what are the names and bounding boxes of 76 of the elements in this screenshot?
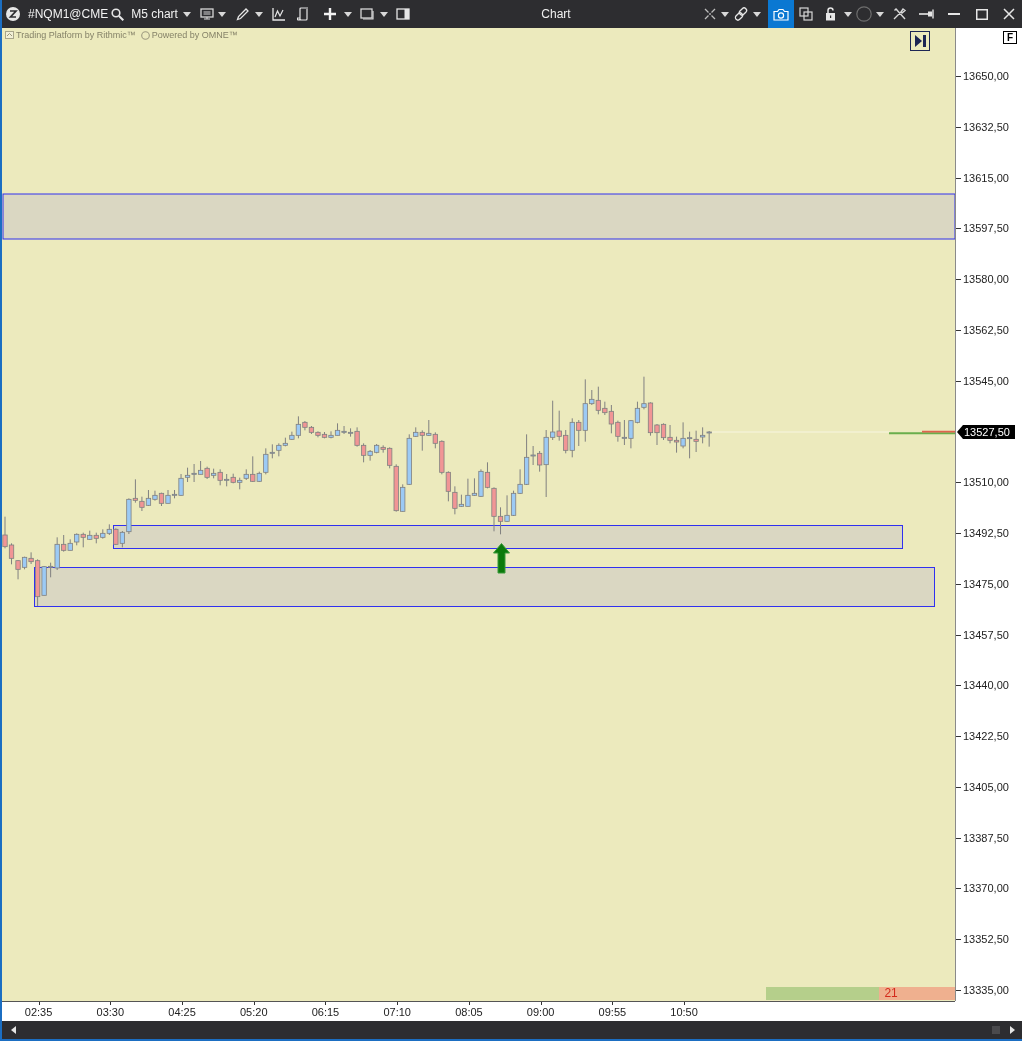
credit-text: Trading Platform by Rithmic™ [16,30,136,40]
caret-icon [254,11,263,17]
up-arrow-marker [493,543,510,574]
chart-template-button[interactable]: M5 chart [131,4,178,24]
app-logo-button[interactable] [6,4,20,24]
caret-icon [844,11,852,17]
time-label: 05:20 [239,1006,269,1018]
caret-icon [721,11,729,17]
time-label: 02:35 [23,1006,54,1018]
price-label: 13352,50 [963,932,1009,947]
tools-icon [891,7,907,21]
price-label: 13597,50 [963,221,1009,236]
price-label: 13335,00 [963,983,1009,997]
time-label: 09:00 [525,1006,556,1018]
time-label: 06:15 [310,1006,341,1018]
price-label: 13370,00 [963,881,1009,896]
crosshair-icon [704,8,716,20]
time-label: 03:30 [95,1006,126,1018]
close-icon [1003,8,1015,20]
screenshot-button[interactable] [768,0,794,28]
time-label: 08:05 [454,1006,484,1018]
pin-icon [918,9,934,19]
caret-icon [182,11,191,17]
price-label: 13405,00 [963,779,1009,794]
camera-icon [773,7,789,21]
skip-to-end-icon [914,35,926,47]
caret-icon [217,11,226,17]
ratio-value: 21 [884,987,898,1000]
plus-icon [322,7,337,21]
time-label: 07:10 [382,1006,412,1018]
link-icon [734,7,748,21]
caret-icon [753,11,761,17]
credit-text: Powered by OMNE™ [151,30,238,40]
price-label: 13387,50 [963,830,1009,845]
time-label: 09:55 [597,1006,628,1018]
circle-icon [856,6,872,22]
line-chart-icon [271,7,286,21]
ring-icon [140,30,150,40]
page-button[interactable] [296,4,309,24]
last-price-tag: 13527,50 [957,425,1015,439]
price-label: 13510,00 [963,475,1009,490]
lock-icon [824,7,836,21]
overlapping-squares-icon [799,7,813,21]
caret-icon [379,11,388,17]
scroll-to-end-button[interactable] [910,31,930,51]
window-icon [359,8,374,20]
chevron-box-icon [5,31,14,39]
price-label: 13615,00 [963,170,1009,185]
window-title: Chart [541,7,571,21]
time-label: 04:25 [167,1006,197,1018]
price-label: 13422,50 [963,729,1009,744]
scroll-right-icon[interactable] [1010,1026,1015,1034]
scroll-thumb[interactable] [992,1026,1000,1034]
panel-icon [395,8,410,20]
maximize-icon [976,8,988,20]
axis-mode-button[interactable]: F [1003,31,1017,44]
price-label: 13562,50 [963,322,1009,337]
caret-icon [876,11,884,17]
monitor-icon [199,8,214,20]
scroll-page-icon [296,7,309,21]
price-label: 13580,00 [963,272,1009,287]
logo-icon [6,7,20,21]
minimize-icon [948,13,960,15]
time-label: 10:50 [669,1006,699,1018]
price-label: 13545,00 [963,373,1009,388]
price-label: 13650,00 [963,69,1009,83]
scroll-left-icon[interactable] [11,1026,16,1034]
price-label: 13492,50 [963,525,1009,540]
price-label: 13475,00 [963,576,1009,591]
pencil-icon [235,7,250,21]
price-label: 13457,50 [963,627,1009,642]
price-label: 13632,50 [963,119,1009,134]
search-icon [111,7,125,21]
price-label: 13440,00 [963,678,1009,693]
symbol-button[interactable]: #NQM1@CME [28,4,109,24]
caret-icon [343,11,352,17]
